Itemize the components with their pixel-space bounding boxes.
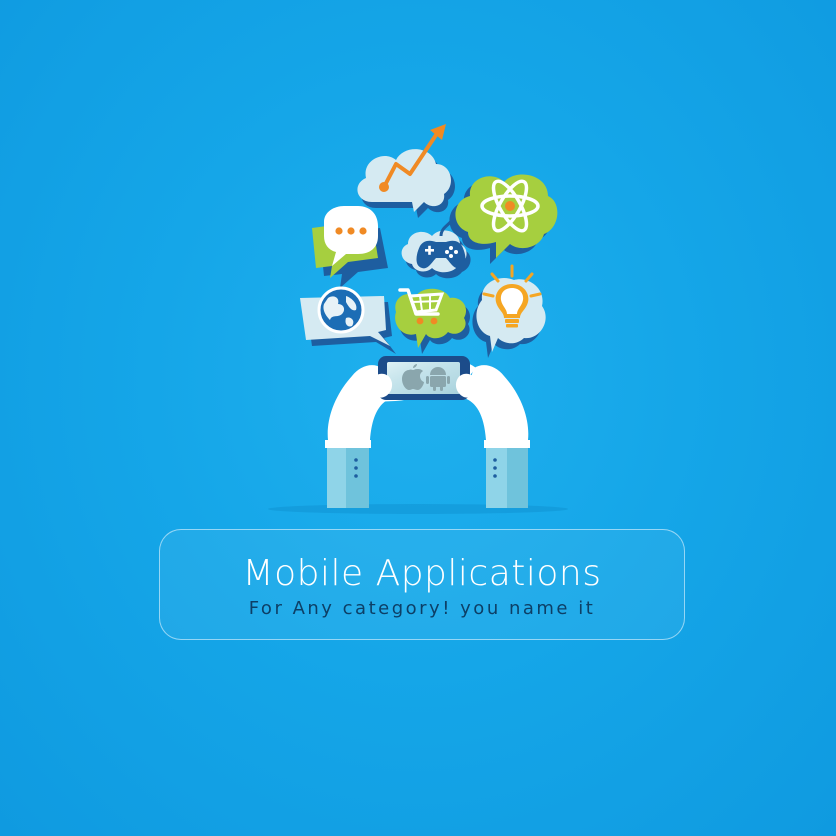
trend-chart-icon <box>357 124 455 218</box>
banner-title: Mobile Applications <box>242 553 602 594</box>
banner-tagline: For Any category! you name it <box>248 598 596 619</box>
title-panel: Mobile Applications For Any category! yo… <box>159 529 685 640</box>
globe-icon <box>300 286 396 354</box>
hero-illustration <box>268 124 568 514</box>
hero-banner: Mobile Applications For Any category! yo… <box>0 0 836 836</box>
lightbulb-icon <box>472 264 546 358</box>
chat-dots-icon <box>312 206 388 288</box>
shopping-cart-icon <box>395 288 471 354</box>
smartphone <box>378 356 470 400</box>
